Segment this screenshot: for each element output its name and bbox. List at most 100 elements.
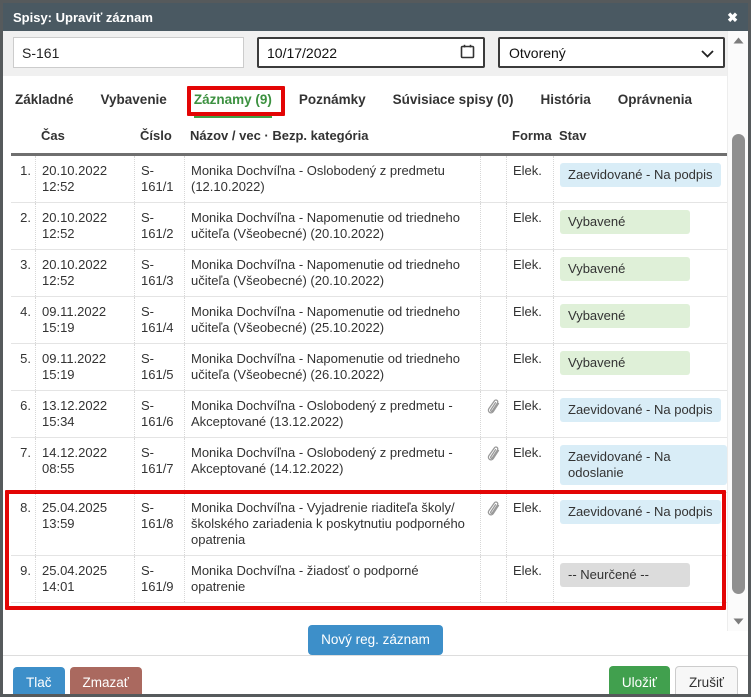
row-clock: 08:55 <box>42 461 130 477</box>
attachment-icon <box>480 391 506 437</box>
row-form: Elek. <box>506 391 553 437</box>
row-name: Monika Dochvíľna - Oslobodený z predmetu… <box>184 156 480 202</box>
tab-opr-vnenia[interactable]: Oprávnenia <box>618 92 692 107</box>
row-index: 6. <box>11 391 35 437</box>
attachment-icon <box>480 203 506 249</box>
attachment-icon <box>480 297 506 343</box>
scrollbar-thumb[interactable] <box>732 134 745 594</box>
status-badge: Vybavené <box>560 210 690 234</box>
new-record-button[interactable]: Nový reg. záznam <box>308 625 443 655</box>
row-name: Monika Dochvíľna - Vyjadrenie riaditeľa … <box>184 493 480 555</box>
row-name: Monika Dochvíľna - Napomenutie od triedn… <box>184 203 480 249</box>
save-button[interactable]: Uložiť <box>609 666 670 697</box>
table-row[interactable]: 6. 13.12.2022 15:34 S-161/6 Monika Dochv… <box>11 391 731 438</box>
row-form: Elek. <box>506 203 553 249</box>
row-number: S-161/2 <box>134 203 184 249</box>
col-header-attachment <box>480 119 506 153</box>
row-time: 25.04.2025 13:59 <box>35 493 134 555</box>
tab-s-visiace-spisy-0-[interactable]: Súvisiace spisy (0) <box>393 92 514 107</box>
table-row[interactable]: 7. 14.12.2022 08:55 S-161/7 Monika Dochv… <box>11 438 731 493</box>
edit-record-dialog: Spisy: Upraviť záznam ✖ 10/17/2022 Otvor… <box>0 0 751 697</box>
row-index: 7. <box>11 438 35 492</box>
row-number: S-161/6 <box>134 391 184 437</box>
row-form: Elek. <box>506 250 553 296</box>
row-clock: 15:19 <box>42 320 130 336</box>
table-row[interactable]: 4. 09.11.2022 15:19 S-161/4 Monika Dochv… <box>11 297 731 344</box>
row-status: Vybavené <box>553 203 731 249</box>
tab-bar: Základné Vybavenie Záznamy (9) Poznámky Súvi… <box>3 76 748 119</box>
vertical-scrollbar[interactable] <box>727 31 748 631</box>
row-status: Vybavené <box>553 297 731 343</box>
row-time: 25.04.2025 14:01 <box>35 556 134 602</box>
scrollbar-track[interactable] <box>728 50 748 612</box>
row-number: S-161/5 <box>134 344 184 390</box>
row-number: S-161/9 <box>134 556 184 602</box>
status-badge: -- Neurčené -- <box>560 563 690 587</box>
row-number: S-161/7 <box>134 438 184 492</box>
records-table-body: 1. 20.10.2022 12:52 S-161/1 Monika Dochv… <box>11 156 731 603</box>
close-icon[interactable]: ✖ <box>727 11 738 24</box>
row-number: S-161/3 <box>134 250 184 296</box>
date-value: 10/17/2022 <box>267 45 337 61</box>
col-header-form: Forma <box>506 119 553 153</box>
row-clock: 12:52 <box>42 226 130 242</box>
cancel-button[interactable]: Zrušiť <box>675 666 738 697</box>
print-button[interactable]: Tlač <box>13 667 65 697</box>
row-form: Elek. <box>506 156 553 202</box>
row-name: Monika Dochvíľna - Napomenutie od triedn… <box>184 297 480 343</box>
row-form: Elek. <box>506 438 553 492</box>
scroll-down-icon[interactable] <box>733 612 744 631</box>
tab-z-kladn-[interactable]: Základné <box>15 92 74 107</box>
row-status: Zaevidované - Na podpis <box>553 391 731 437</box>
records-table: Čas Číslo Názov / vec · Bezp. kategória … <box>3 119 731 603</box>
row-date: 20.10.2022 <box>42 257 130 273</box>
row-index: 2. <box>11 203 35 249</box>
status-badge: Vybavené <box>560 304 690 328</box>
delete-button[interactable]: Zmazať <box>70 667 142 697</box>
file-number-input[interactable] <box>13 37 244 68</box>
table-row[interactable]: 5. 09.11.2022 15:19 S-161/5 Monika Dochv… <box>11 344 731 391</box>
row-index: 4. <box>11 297 35 343</box>
scroll-up-icon[interactable] <box>733 31 744 50</box>
col-header-status: Stav <box>553 119 731 153</box>
new-record-area: Nový reg. záznam <box>3 603 748 655</box>
row-date: 25.04.2025 <box>42 563 130 579</box>
row-status: Vybavené <box>553 344 731 390</box>
calendar-icon[interactable] <box>460 44 475 62</box>
table-row[interactable]: 3. 20.10.2022 12:52 S-161/3 Monika Dochv… <box>11 250 731 297</box>
row-name: Monika Dochvíľna - žiadosť o podporné op… <box>184 556 480 602</box>
col-header-index <box>11 119 35 153</box>
row-name: Monika Dochvíľna - Oslobodený z predmetu… <box>184 391 480 437</box>
tab-z-znamy-9-[interactable]: Záznamy (9) <box>194 92 272 107</box>
date-input[interactable]: 10/17/2022 <box>257 37 485 68</box>
tab-hist-ria[interactable]: História <box>540 92 590 107</box>
table-row[interactable]: 2. 20.10.2022 12:52 S-161/2 Monika Dochv… <box>11 203 731 250</box>
row-clock: 12:52 <box>42 273 130 289</box>
table-row[interactable]: 9. 25.04.2025 14:01 S-161/9 Monika Dochv… <box>11 556 731 603</box>
row-form: Elek. <box>506 493 553 555</box>
row-status: Zaevidované - Na podpis <box>553 156 731 202</box>
attachment-icon <box>480 250 506 296</box>
row-clock: 13:59 <box>42 516 130 532</box>
row-form: Elek. <box>506 297 553 343</box>
row-date: 20.10.2022 <box>42 163 130 179</box>
table-header-row: Čas Číslo Názov / vec · Bezp. kategória … <box>11 119 731 156</box>
tab-vybavenie[interactable]: Vybavenie <box>101 92 167 107</box>
row-name: Monika Dochvíľna - Oslobodený z predmetu… <box>184 438 480 492</box>
row-time: 13.12.2022 15:34 <box>35 391 134 437</box>
row-status: -- Neurčené -- <box>553 556 731 602</box>
table-row[interactable]: 1. 20.10.2022 12:52 S-161/1 Monika Dochv… <box>11 156 731 203</box>
tab-pozn-mky[interactable]: Poznámky <box>299 92 366 107</box>
status-select[interactable]: Otvorený <box>498 37 725 68</box>
status-selected-value: Otvorený <box>509 45 566 61</box>
col-header-number: Číslo <box>134 119 184 153</box>
row-status: Zaevidované - Na odoslanie <box>553 438 731 492</box>
status-badge: Zaevidované - Na podpis <box>560 500 721 524</box>
attachment-icon <box>480 493 506 555</box>
row-name: Monika Dochvíľna - Napomenutie od triedn… <box>184 250 480 296</box>
row-index: 3. <box>11 250 35 296</box>
row-date: 13.12.2022 <box>42 398 130 414</box>
row-status: Zaevidované - Na podpis <box>553 493 731 555</box>
table-row[interactable]: 8. 25.04.2025 13:59 S-161/8 Monika Dochv… <box>11 493 731 556</box>
dialog-title: Spisy: Upraviť záznam <box>13 10 153 25</box>
